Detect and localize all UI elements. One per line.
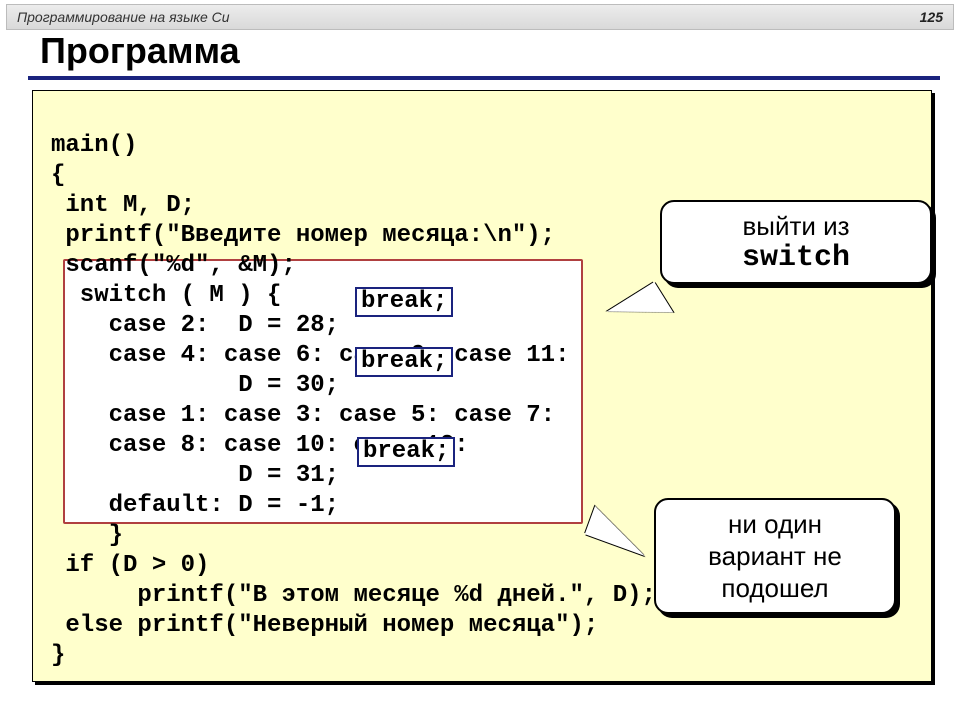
code-line: else printf("Неверный номер месяца"); [51,612,598,639]
code-line: scanf("%d", &M); [51,252,296,279]
code-line: { [51,162,65,189]
code-line: } [51,642,65,669]
code-line: if (D > 0) [51,552,209,579]
callout-text-mono: switch [676,242,916,274]
code-line: default: D = -1; [51,492,339,519]
callout-text: подошел [670,572,880,604]
callout-text: выйти из [676,210,916,242]
section-title: Программа [40,30,240,72]
code-line: main() [51,132,137,159]
code-line: int M, D; [51,192,195,219]
callout-text: ни один [670,508,880,540]
title-underline [28,76,940,80]
code-line: } [51,522,123,549]
code-block: main() { int M, D; printf("Введите номер… [51,131,656,671]
code-line: case 4: case 6: case 9: case 11: [51,342,569,369]
slide-header: Программирование на языке Си 125 [6,4,954,30]
code-line: case 2: D = 28; [51,312,339,339]
callout-no-match: ни один вариант не подошел [654,498,896,614]
code-line: D = 30; [51,372,339,399]
callout-exit-switch: выйти из switch [660,200,932,284]
code-line: printf("Введите номер месяца:\n"); [51,222,555,249]
callout-text: вариант не [670,540,880,572]
code-line: case 1: case 3: case 5: case 7: [51,402,555,429]
code-line: printf("В этом месяце %d дней.", D); [51,582,656,609]
course-title: Программирование на языке Си [17,9,230,25]
break-box-2: break; [355,347,453,377]
slide: Программирование на языке Си 125 Програм… [0,0,960,720]
code-line: D = 31; [51,462,339,489]
break-box-3: break; [357,437,455,467]
break-box-1: break; [355,287,453,317]
code-line: switch ( M ) { [51,282,281,309]
page-number: 125 [920,9,943,25]
